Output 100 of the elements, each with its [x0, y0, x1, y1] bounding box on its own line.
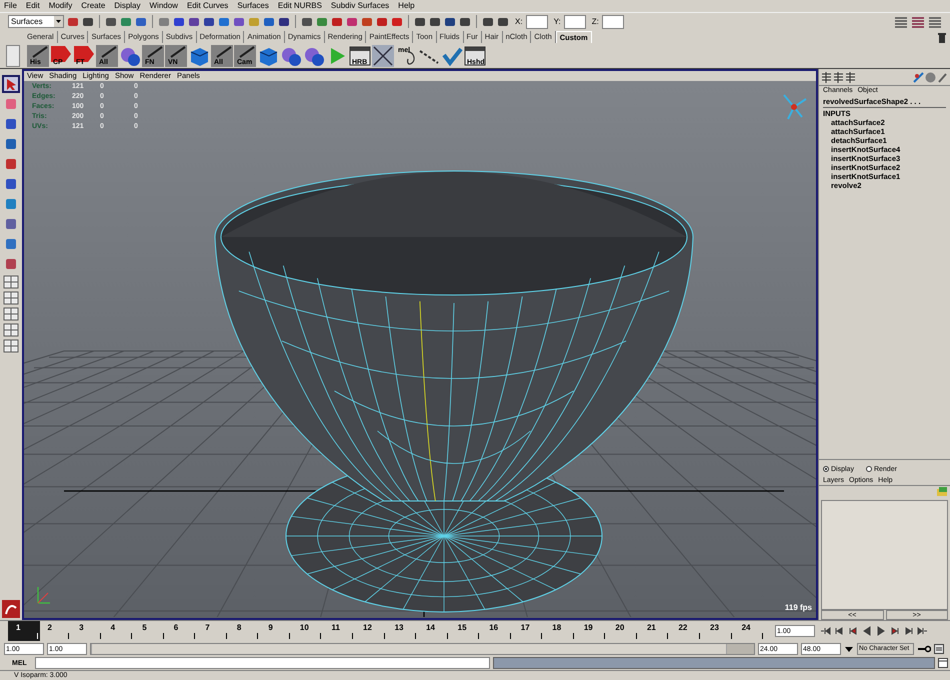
layout-icon[interactable] — [3, 339, 19, 353]
tool-icon[interactable] — [67, 16, 79, 28]
playback-button-icon[interactable] — [903, 625, 915, 637]
frame-tick[interactable]: 4 — [102, 621, 134, 641]
frame-tick[interactable]: 12 — [355, 621, 387, 641]
tool-icon[interactable] — [376, 16, 388, 28]
tool-icon[interactable] — [459, 16, 471, 28]
tool-icon[interactable] — [218, 16, 230, 28]
layout-icon[interactable] — [3, 307, 19, 321]
layout-icon[interactable] — [3, 275, 19, 289]
frame-tick[interactable]: 2 — [40, 621, 72, 641]
tool-icon[interactable] — [203, 16, 215, 28]
tool-button[interactable] — [2, 75, 20, 93]
tool-icon[interactable] — [482, 16, 494, 28]
tool-icon[interactable] — [173, 16, 185, 28]
shelf-button[interactable] — [372, 44, 394, 66]
playback-button-icon[interactable] — [861, 625, 873, 637]
layout-icon[interactable] — [894, 16, 908, 28]
frame-tick[interactable]: 13 — [386, 621, 418, 641]
pin-icon[interactable] — [937, 72, 948, 82]
key-icon[interactable] — [917, 644, 931, 654]
layout-icon[interactable] — [833, 72, 844, 82]
tool-icon[interactable] — [429, 16, 441, 28]
tool-icon[interactable] — [135, 16, 147, 28]
tool-icon[interactable] — [278, 16, 290, 28]
preferences-icon[interactable] — [934, 644, 944, 654]
menu-set-dropdown[interactable]: Surfaces — [8, 15, 64, 28]
frame-tick[interactable]: 11 — [323, 621, 356, 641]
tool-icon[interactable] — [233, 16, 245, 28]
frame-tick[interactable]: 7 — [197, 621, 229, 641]
maya-logo-icon[interactable] — [2, 600, 20, 618]
frame-tick[interactable]: 8 — [228, 621, 260, 641]
menu-item[interactable]: Display — [114, 2, 140, 10]
tool-icon[interactable] — [301, 16, 313, 28]
cross-icon — [372, 44, 394, 66]
tool-icon[interactable] — [188, 16, 200, 28]
frame-tick[interactable]: 14 — [418, 621, 450, 641]
trash-icon[interactable] — [938, 33, 946, 43]
axis-icon — [37, 586, 51, 604]
tool-icon[interactable] — [444, 16, 456, 28]
playback-button-icon[interactable] — [847, 625, 859, 637]
layout-icon[interactable] — [3, 291, 19, 305]
playback-button-icon[interactable] — [875, 625, 887, 637]
tool-icon[interactable] — [331, 16, 343, 28]
frame-tick[interactable]: 10 — [292, 621, 324, 641]
command-input-field[interactable] — [35, 657, 490, 669]
menu-item[interactable]: Edit — [26, 2, 40, 10]
layout-icon[interactable] — [821, 72, 832, 82]
frame-tick[interactable]: 21 — [638, 621, 670, 641]
frame-tick[interactable]: 18 — [544, 621, 576, 641]
frame-tick[interactable]: 6 — [166, 621, 198, 641]
tool-icon[interactable] — [913, 72, 924, 82]
tool-icon[interactable] — [263, 16, 275, 28]
frame-tick[interactable]: 16 — [481, 621, 513, 641]
frame-tick[interactable]: 20 — [607, 621, 639, 641]
script-editor-icon[interactable] — [938, 658, 948, 668]
layout-icon[interactable] — [3, 323, 19, 337]
frame-tick[interactable]: 19 — [576, 621, 608, 641]
frame-tick[interactable]: 23 — [702, 621, 734, 641]
menu-item[interactable]: Create — [81, 2, 106, 10]
coordinate-field[interactable] — [526, 14, 548, 28]
frame-tick[interactable]: 22 — [670, 621, 702, 641]
tool-icon[interactable] — [361, 16, 373, 28]
frame-tick[interactable]: 1 — [8, 621, 40, 641]
menu-item[interactable]: Edit NURBS — [278, 2, 322, 10]
menu-item[interactable]: Surfaces — [237, 2, 269, 10]
frame-tick[interactable]: 17 — [512, 621, 544, 641]
slash-icon — [27, 44, 49, 66]
tool-icon[interactable] — [346, 16, 358, 28]
coordinate-field[interactable] — [564, 14, 586, 28]
menu-item[interactable]: Window — [150, 2, 178, 10]
window-icon — [464, 44, 486, 66]
tool-icon[interactable] — [497, 16, 509, 28]
playback-button-icon[interactable] — [833, 625, 845, 637]
frame-tick[interactable]: 15 — [450, 621, 482, 641]
layout-icon[interactable] — [911, 16, 925, 28]
frame-tick[interactable]: 24 — [734, 621, 766, 641]
menu-item[interactable]: File — [4, 2, 17, 10]
layout-icon[interactable] — [845, 72, 856, 82]
menu-item[interactable]: Edit Curves — [186, 2, 228, 10]
frame-tick[interactable]: 9 — [260, 621, 292, 641]
frame-tick[interactable]: 3 — [71, 621, 103, 641]
tool-icon[interactable] — [414, 16, 426, 28]
menu-item[interactable]: Subdiv Surfaces — [330, 2, 390, 10]
range-slider[interactable] — [90, 642, 755, 654]
tool-icon[interactable] — [391, 16, 403, 28]
playback-button-icon[interactable] — [889, 625, 901, 637]
shelf-menu-button[interactable] — [6, 44, 20, 66]
window-icon — [349, 44, 371, 66]
tool-icon — [5, 198, 17, 210]
sphere-icon[interactable] — [925, 72, 936, 82]
layout-icon[interactable] — [928, 16, 942, 28]
playback-button-icon[interactable] — [917, 625, 929, 637]
playback-button-icon[interactable] — [819, 625, 831, 637]
coordinate-field[interactable] — [602, 14, 624, 28]
menu-item[interactable]: Modify — [48, 2, 72, 10]
menu-item[interactable]: Help — [398, 2, 415, 10]
tool-icon[interactable] — [105, 16, 117, 28]
frame-tick[interactable]: 5 — [134, 621, 166, 641]
tool-icon[interactable] — [82, 16, 94, 28]
